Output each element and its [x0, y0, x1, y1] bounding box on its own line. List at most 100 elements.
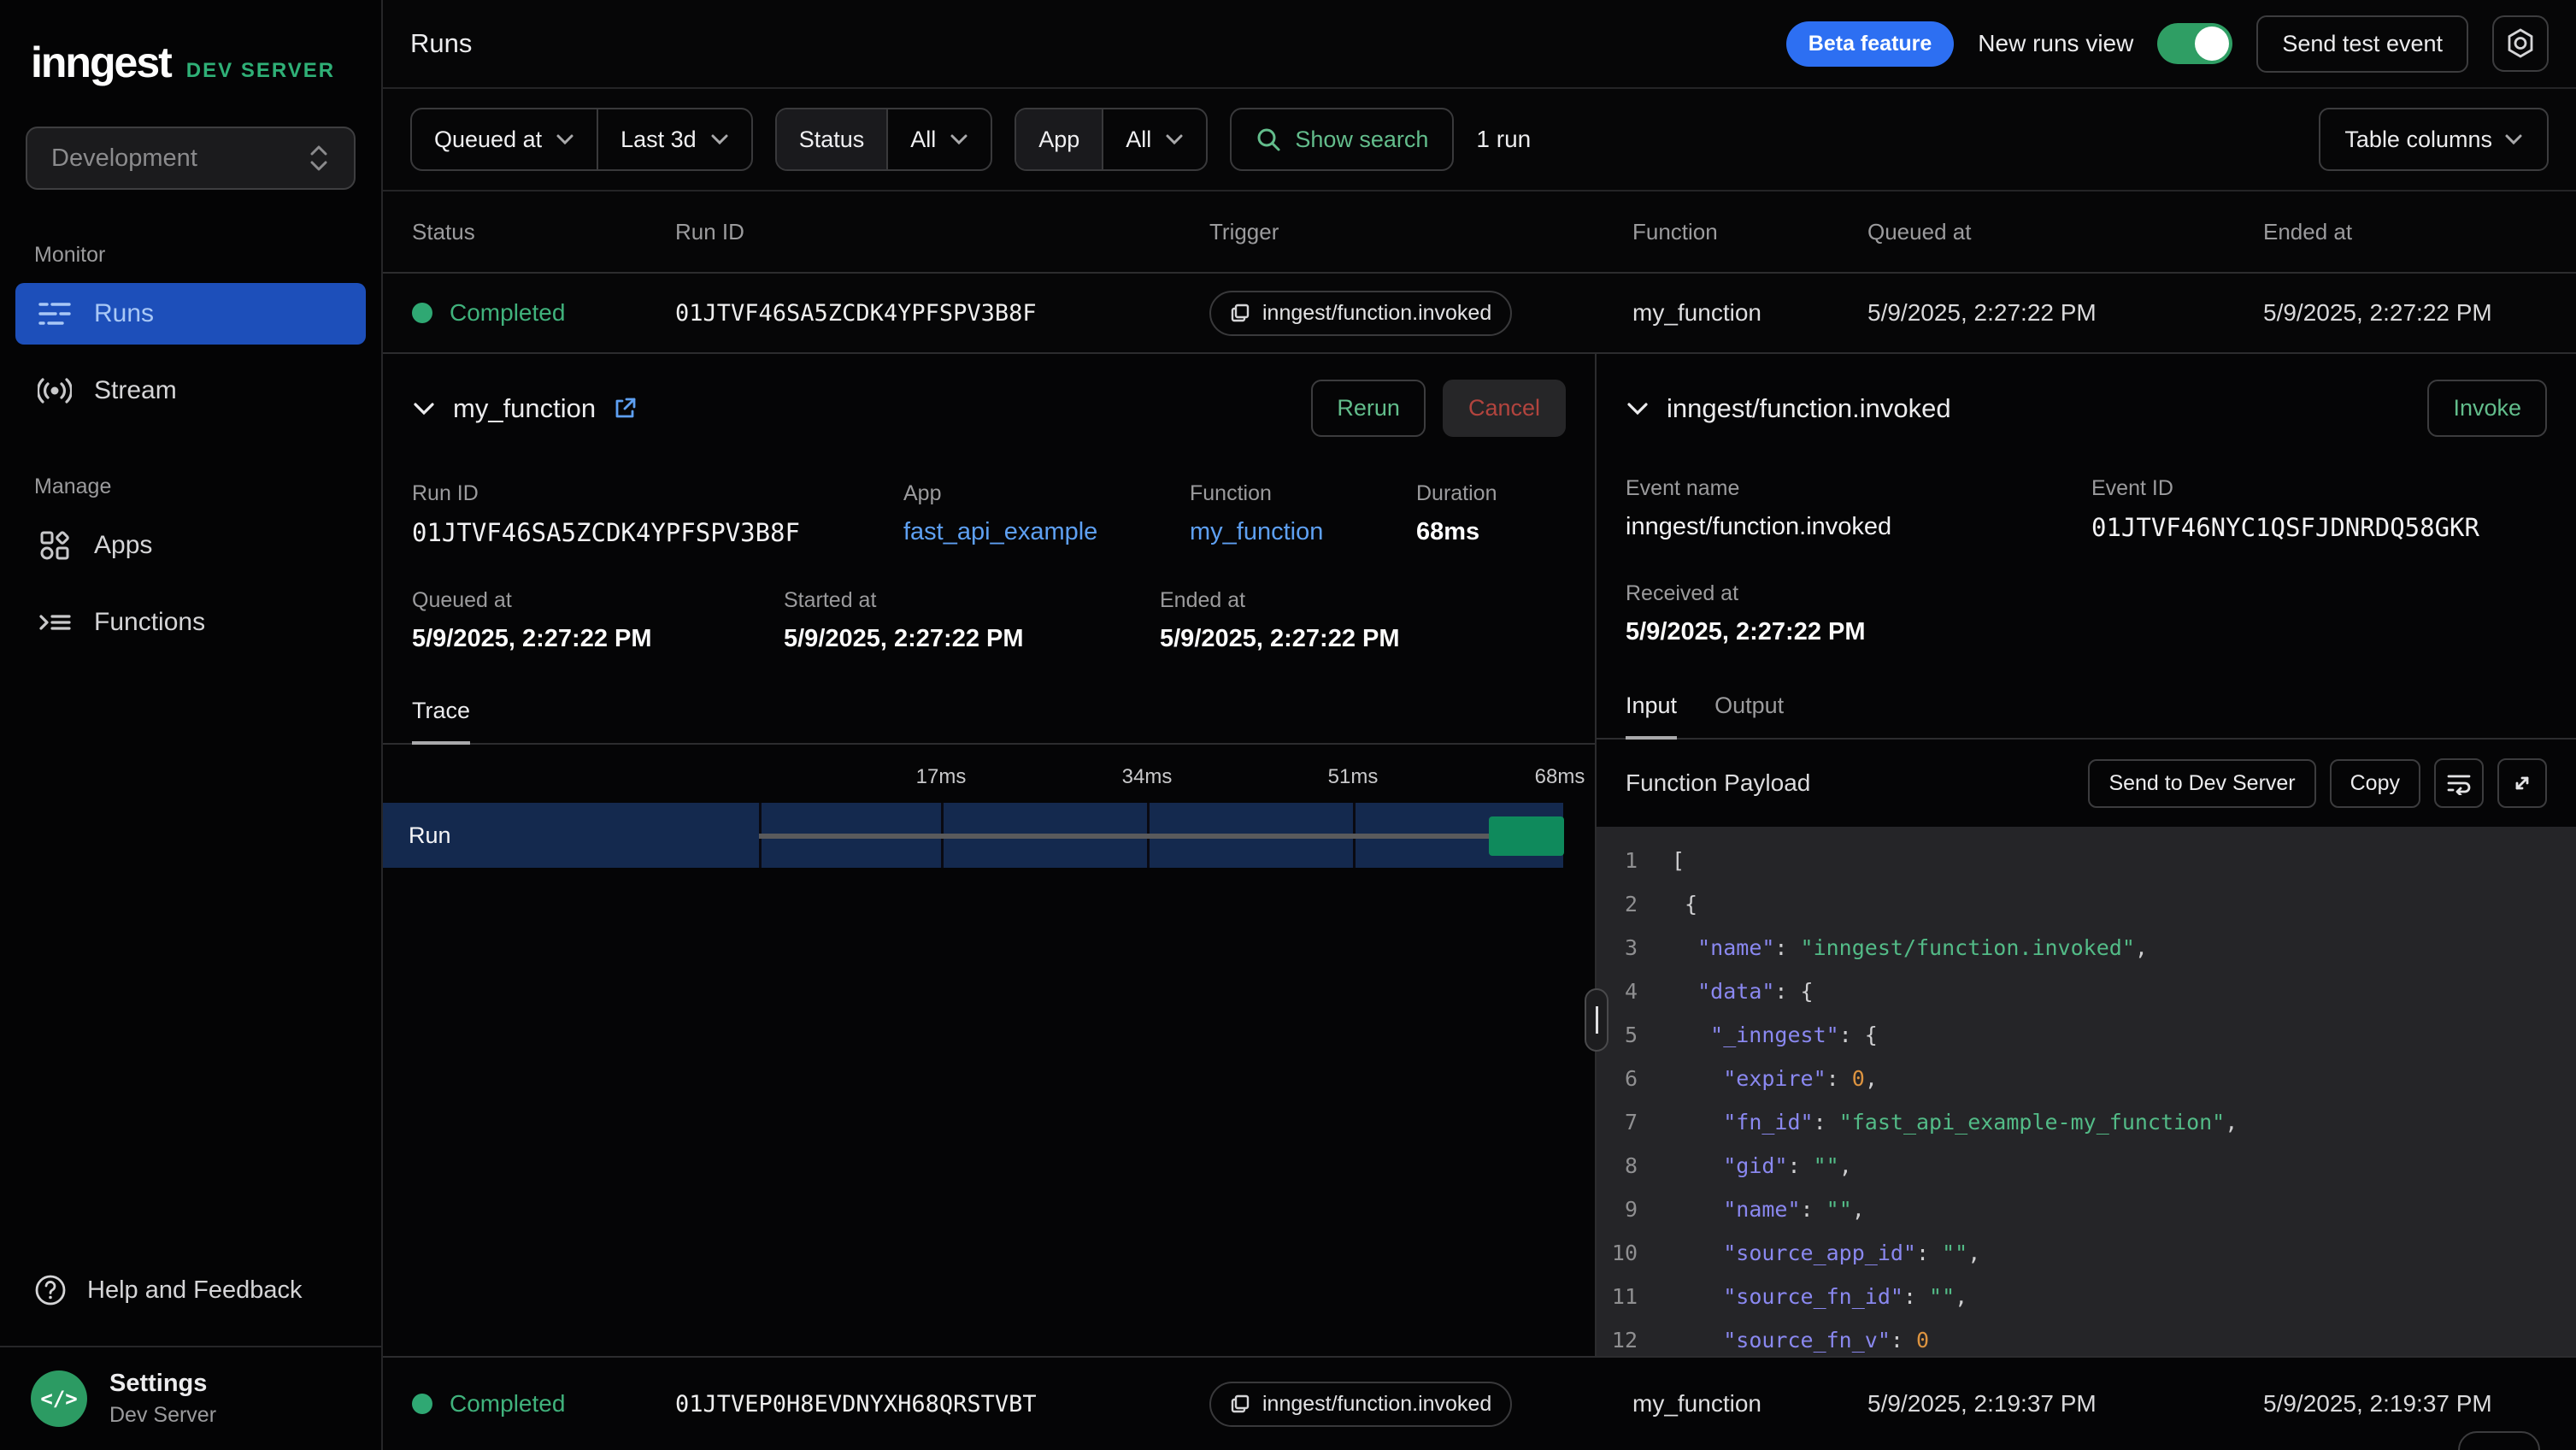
column-header-status[interactable]: Status	[412, 219, 675, 245]
line-number: 2	[1597, 882, 1672, 926]
queued-at-cell: 5/9/2025, 2:19:37 PM	[1867, 1390, 2263, 1418]
column-header-trigger[interactable]: Trigger	[1209, 219, 1632, 245]
received-at-field: Received at 5/9/2025, 2:27:22 PM	[1597, 581, 2576, 646]
status-label: Completed	[450, 299, 565, 327]
line-number: 10	[1597, 1231, 1672, 1275]
send-test-event-button[interactable]: Send test event	[2256, 15, 2468, 73]
time-range-dropdown[interactable]: Last 3d	[597, 109, 751, 169]
top-bar: Runs Beta feature New runs view Send tes…	[383, 0, 2576, 89]
app-link[interactable]: fast_api_example	[903, 518, 1190, 546]
column-header-function[interactable]: Function	[1632, 219, 1867, 245]
run-fields-row-2: Queued at 5/9/2025, 2:27:22 PM Started a…	[383, 588, 1595, 653]
invoke-button[interactable]: Invoke	[2427, 380, 2547, 437]
ended-at-cell: 5/9/2025, 2:27:22 PM	[2263, 299, 2547, 327]
apps-icon	[38, 528, 72, 563]
field-label: Event name	[1626, 476, 2091, 501]
help-and-feedback[interactable]: Help and Feedback	[0, 1274, 381, 1346]
event-id-field: Event ID 01JTVF46NYC1QSFJDNRDQ58GKR	[2091, 476, 2547, 542]
table-row[interactable]: Completed 01JTVEP0H8EVDNYXH68QRSTVBT inn…	[383, 1358, 2576, 1450]
code-line: 2 {	[1597, 882, 2576, 926]
line-number: 11	[1597, 1275, 1672, 1318]
trace-tick: 51ms	[1328, 765, 1379, 789]
status-filter-dropdown[interactable]: All	[886, 109, 991, 169]
trace-execution-bar[interactable]	[1489, 816, 1564, 856]
function-link[interactable]: my_function	[1190, 518, 1416, 546]
time-field-dropdown[interactable]: Queued at	[412, 109, 597, 169]
status-filter-value: All	[910, 127, 936, 153]
collapse-chevron-icon[interactable]	[1626, 401, 1650, 416]
filter-bar: Queued at Last 3d Status All	[383, 89, 2576, 192]
payload-actions: Send to Dev Server Copy	[2088, 758, 2547, 808]
code-line: 5 "_inngest": {	[1597, 1013, 2576, 1057]
line-number: 8	[1597, 1144, 1672, 1188]
tab-trace[interactable]: Trace	[412, 698, 470, 745]
cancel-button[interactable]: Cancel	[1443, 380, 1566, 437]
code-text: {	[1672, 882, 1697, 926]
run-details-header: my_function Rerun Cancel	[383, 380, 1595, 437]
field-value: 01JTVF46NYC1QSFJDNRDQ58GKR	[2091, 513, 2547, 542]
runs-icon	[38, 297, 72, 331]
app-filter-group: App All	[1015, 108, 1208, 171]
code-line: 12 "source_fn_v": 0	[1597, 1318, 2576, 1356]
expand-button[interactable]	[2497, 758, 2547, 808]
app-root: inngest DEV SERVER Development Monitor R…	[0, 0, 2576, 1450]
tab-output[interactable]: Output	[1714, 693, 1784, 738]
status-label: Completed	[450, 1390, 565, 1418]
chevron-down-icon	[2504, 133, 2523, 145]
function-cell: my_function	[1632, 299, 1867, 327]
event-name-field: Event name inngest/function.invoked	[1626, 476, 2091, 542]
trigger-event-pill[interactable]: inngest/function.invoked	[1209, 291, 1512, 336]
app-filter-dropdown[interactable]: All	[1102, 109, 1206, 169]
status-cell: Completed	[412, 299, 675, 327]
code-editor[interactable]: 1[2 {3 "name": "inngest/function.invoked…	[1597, 827, 2576, 1356]
settings-gear-button[interactable]	[2492, 15, 2549, 72]
chevron-down-icon	[1165, 133, 1184, 145]
column-header-queued-at[interactable]: Queued at	[1867, 219, 2263, 245]
run-id-field: Run ID 01JTVF46SA5ZCDK4YPFSPV3B8F	[412, 481, 903, 547]
trigger-event-pill[interactable]: inngest/function.invoked	[1209, 1382, 1512, 1427]
column-header-run-id[interactable]: Run ID	[675, 219, 1209, 245]
queued-at-cell: 5/9/2025, 2:27:22 PM	[1867, 299, 2263, 327]
environment-selector[interactable]: Development	[26, 127, 356, 190]
field-label: Queued at	[412, 588, 784, 613]
table-columns-button[interactable]: Table columns	[2319, 108, 2549, 171]
sidebar-item-apps[interactable]: Apps	[15, 515, 366, 576]
partial-button[interactable]	[2458, 1431, 2540, 1450]
send-to-dev-server-button[interactable]: Send to Dev Server	[2088, 759, 2315, 808]
word-wrap-button[interactable]	[2434, 758, 2484, 808]
field-label: Ended at	[1160, 588, 1566, 613]
line-number: 1	[1597, 839, 1672, 882]
settings-entry[interactable]: </> Settings Dev Server	[0, 1346, 381, 1450]
sidebar-item-runs[interactable]: Runs	[15, 283, 366, 345]
time-field-value: Queued at	[434, 127, 542, 153]
tab-input[interactable]: Input	[1626, 693, 1677, 740]
event-icon	[1230, 1394, 1250, 1414]
code-line: 8 "gid": "",	[1597, 1144, 2576, 1188]
pane-resize-handle[interactable]	[1585, 988, 1609, 1052]
external-link-icon[interactable]	[613, 397, 637, 421]
column-header-ended-at[interactable]: Ended at	[2263, 219, 2547, 245]
show-search-button[interactable]: Show search	[1230, 108, 1454, 171]
copy-button[interactable]: Copy	[2330, 759, 2420, 808]
table-columns-label: Table columns	[2344, 127, 2492, 153]
sidebar: inngest DEV SERVER Development Monitor R…	[0, 0, 383, 1450]
status-dot-icon	[412, 1394, 432, 1414]
help-label: Help and Feedback	[87, 1276, 303, 1305]
trace-timeline: 17ms 34ms 51ms 68ms Run	[383, 765, 1595, 902]
trace-tick: 68ms	[1535, 765, 1585, 789]
toggle-knob	[2195, 27, 2229, 61]
app-filter-value: All	[1126, 127, 1151, 153]
sidebar-item-functions[interactable]: Functions	[15, 592, 366, 653]
run-details-pane: my_function Rerun Cancel Run ID 01JTV	[383, 354, 1597, 1356]
code-text: "source_fn_id": "",	[1672, 1275, 1967, 1318]
collapse-chevron-icon[interactable]	[412, 401, 436, 416]
table-row[interactable]: Completed 01JTVF46SA5ZCDK4YPFSPV3B8F inn…	[383, 274, 2576, 352]
sidebar-spacer	[0, 653, 381, 1274]
function-payload-bar: Function Payload Send to Dev Server Copy	[1597, 740, 2576, 827]
event-details-pane: inngest/function.invoked Invoke Event na…	[1597, 354, 2576, 1356]
main-content: Runs Beta feature New runs view Send tes…	[383, 0, 2576, 1450]
new-runs-view-toggle[interactable]	[2157, 23, 2232, 64]
sidebar-item-stream[interactable]: Stream	[15, 360, 366, 421]
rerun-button[interactable]: Rerun	[1311, 380, 1426, 437]
page-title: Runs	[410, 28, 472, 59]
